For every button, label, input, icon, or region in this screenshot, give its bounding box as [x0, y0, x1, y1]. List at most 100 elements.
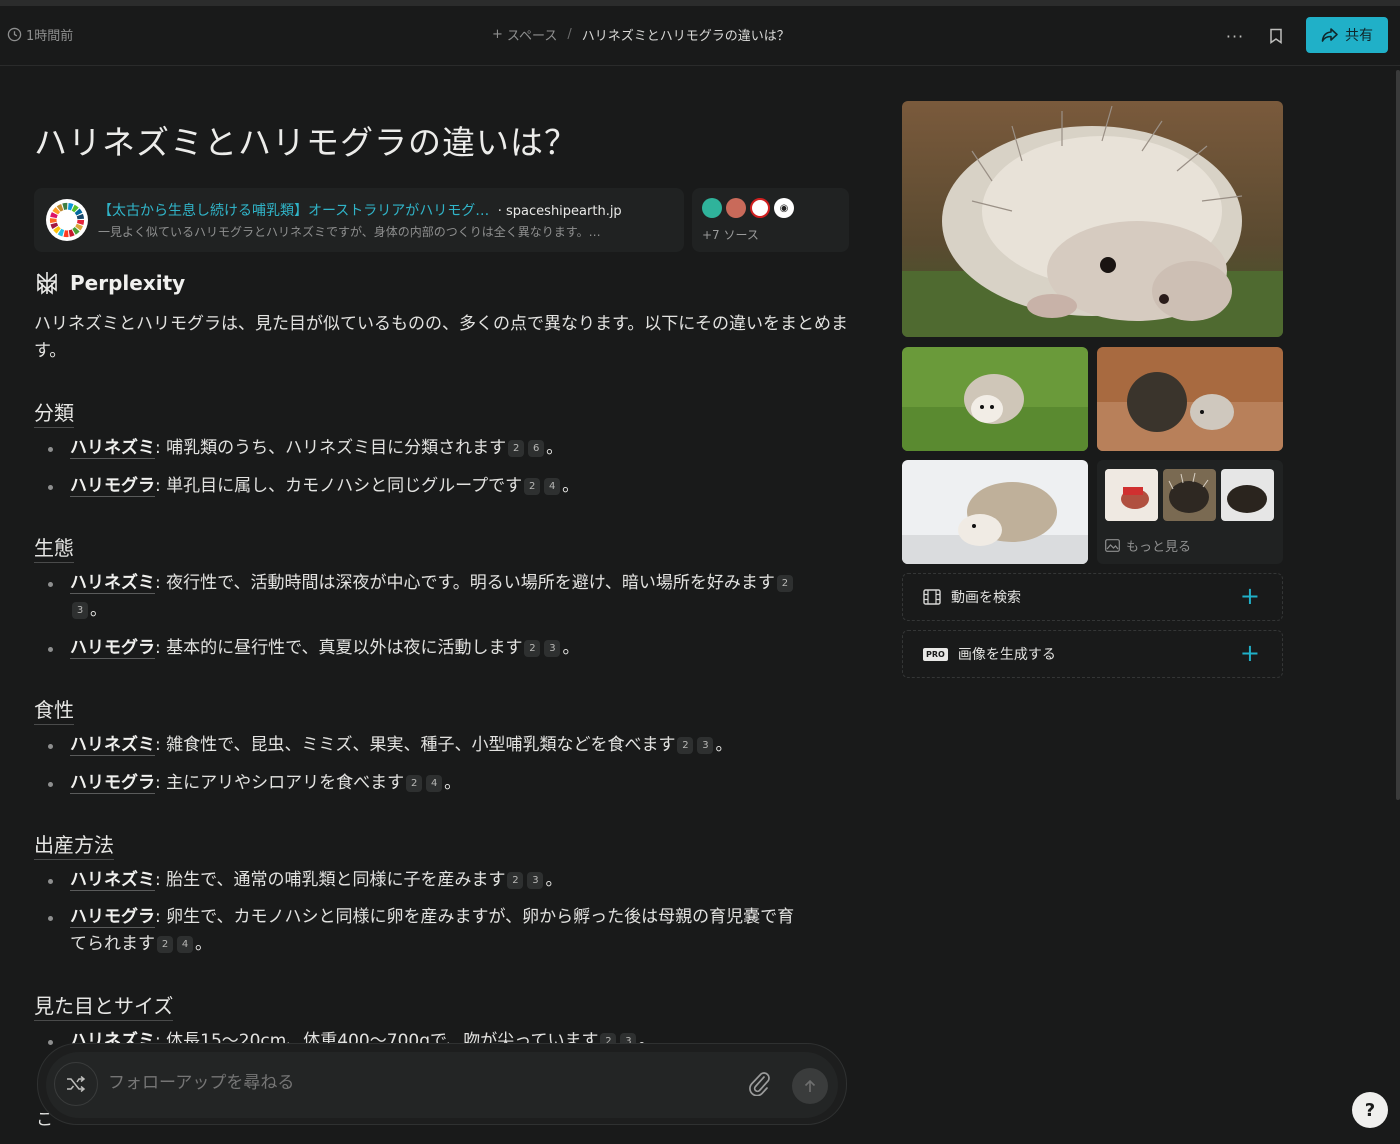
arrow-up-icon	[804, 1079, 816, 1092]
sentence-period: 。	[562, 638, 580, 658]
section-heading: 食性	[34, 694, 74, 725]
source-favicons: ◉	[702, 198, 794, 218]
hedgehog-photo	[902, 460, 1088, 564]
bookmark-button[interactable]	[1264, 24, 1288, 48]
citation-badge[interactable]: 2	[508, 440, 525, 457]
citation-badge[interactable]: 3	[527, 872, 544, 889]
search-video-label: 動画を検索	[951, 590, 1021, 606]
answer-column: ハリネズミとハリモグラの違いは？ 【太古から生息し続ける哺乳類】オーストラリアが…	[34, 66, 849, 1066]
hedgehog-grass-image[interactable]	[902, 347, 1088, 451]
breadcrumb-thread-title: ハリネズミとハリモグラの違いは？	[581, 29, 790, 44]
plus-icon: +	[1239, 582, 1260, 610]
sentence-period: 。	[444, 773, 462, 793]
two-hedgehogs-image[interactable]	[1097, 347, 1283, 451]
source-favicon	[750, 198, 770, 218]
image-thumbnail	[1221, 469, 1274, 521]
more-images-label: もっと見る	[1126, 540, 1192, 555]
shuffle-icon	[67, 1076, 86, 1092]
citation-badge[interactable]: 2	[524, 478, 541, 495]
more-sources-count: +7 ソース	[702, 228, 759, 242]
list-item-term[interactable]: ハリモグラ	[70, 907, 155, 928]
sentence-period: 。	[715, 735, 733, 755]
hedgehog-main-image[interactable]	[902, 101, 1283, 337]
citation-badge[interactable]: 4	[426, 775, 443, 792]
citation-badge[interactable]: 3	[697, 737, 714, 754]
citation-badge[interactable]: 3	[544, 640, 561, 657]
source-snippet: 一見よく似ているハリモグラとハリネズミですが、身体の内部のつくりは全く異なります…	[98, 225, 601, 239]
source-title-line: 【太古から生息し続ける哺乳類】オーストラリアがハリモグ… · spaceship…	[98, 200, 622, 220]
more-images-card[interactable]: もっと見る	[1097, 460, 1283, 564]
citation-badge[interactable]: 2	[524, 640, 541, 657]
list-item-text: : 基本的に昼行性で、真夏以外は夜に活動します	[155, 638, 523, 658]
breadcrumb-separator: /	[567, 27, 572, 42]
section-heading: 生態	[34, 532, 74, 563]
citation-badge[interactable]: 2	[677, 737, 694, 754]
hedgehog-white-image[interactable]	[902, 460, 1088, 564]
list-item-term[interactable]: ハリモグラ	[70, 638, 155, 659]
ellipsis-icon: ···	[1225, 26, 1245, 46]
citation-badge[interactable]: 2	[507, 872, 524, 889]
sentence-period: 。	[546, 438, 564, 458]
image-icon	[1105, 539, 1120, 552]
plus-icon: +	[492, 27, 503, 42]
section-heading: 分類	[34, 397, 74, 428]
sdgs-wheel-icon	[49, 202, 85, 238]
list-item-term[interactable]: ハリネズミ	[70, 735, 155, 756]
space-label: スペース	[506, 29, 558, 44]
list-item-term[interactable]: ハリモグラ	[70, 773, 155, 794]
model-switch-button[interactable]	[54, 1062, 98, 1106]
citation-badge[interactable]: 2	[157, 936, 173, 953]
citation-badge[interactable]: 2	[776, 575, 793, 592]
citation-badge[interactable]: 6	[528, 440, 545, 457]
composer-inner	[46, 1052, 838, 1118]
list-item-term[interactable]: ハリモグラ	[70, 476, 155, 497]
generate-image-button[interactable]: PRO 画像を生成する +	[902, 630, 1283, 678]
submit-button[interactable]	[792, 1068, 828, 1104]
share-button[interactable]: 共有	[1306, 17, 1388, 53]
thread-time: 1時間前	[7, 25, 73, 44]
source-card[interactable]: 【太古から生息し続ける哺乳類】オーストラリアがハリモグ… · spaceship…	[34, 188, 684, 252]
perplexity-logo-icon	[37, 272, 57, 295]
image-thumbnail	[1163, 469, 1216, 521]
more-sources-card[interactable]: ◉ +7 ソース	[692, 188, 849, 252]
source-logo	[46, 199, 88, 241]
answer-brand: Perplexity	[34, 270, 185, 296]
help-button[interactable]: ?	[1352, 1092, 1388, 1128]
section-heading: 見た目とサイズ	[34, 990, 174, 1021]
citation-badge[interactable]: 4	[177, 936, 193, 953]
hedgehog-photo	[1097, 347, 1283, 451]
sentence-period: 。	[545, 870, 563, 890]
question-title: ハリネズミとハリモグラの違いは？	[34, 123, 578, 162]
list-item-text: : 夜行性で、活動時間は深夜が中心です。明るい場所を避け、暗い場所を好みます	[155, 573, 775, 593]
attach-button[interactable]	[748, 1070, 770, 1100]
more-images-label-wrap: もっと見る	[1105, 536, 1191, 555]
source-domain-wrap: · spaceshipearth.jp	[497, 204, 622, 219]
citation-badge[interactable]: 2	[406, 775, 423, 792]
list-item-term[interactable]: ハリネズミ	[70, 870, 155, 891]
section-heading: 出産方法	[34, 829, 114, 860]
list-item-term[interactable]: ハリネズミ	[70, 438, 155, 459]
pro-badge: PRO	[923, 647, 948, 661]
search-video-button[interactable]: 動画を検索 +	[902, 573, 1283, 621]
list-item: ハリネズミ: 哺乳類のうち、ハリネズミ目に分類されます 2 6。	[48, 435, 810, 462]
citation-badge[interactable]: 4	[544, 478, 561, 495]
breadcrumb-space[interactable]: + スペース	[492, 25, 557, 44]
more-options-button[interactable]: ···	[1223, 24, 1247, 48]
breadcrumb: + スペース / ハリネズミとハリモグラの違いは？	[492, 25, 790, 44]
list-item: ハリネズミ: 雑食性で、昆虫、ミミズ、果実、種子、小型哺乳類などを食べます 2 3。	[48, 732, 810, 759]
list-item: ハリモグラ: 基本的に昼行性で、真夏以外は夜に活動します 2 3。	[48, 635, 810, 662]
thread-time-label: 1時間前	[26, 29, 74, 44]
list-item-term[interactable]: ハリネズミ	[70, 573, 155, 594]
page-scrollbar[interactable]	[1396, 70, 1400, 800]
hedgehog-photo	[902, 347, 1088, 451]
share-label: 共有	[1345, 28, 1373, 44]
citation-badge[interactable]: 3	[72, 602, 88, 619]
sentence-period: 。	[90, 600, 107, 620]
film-icon	[923, 589, 941, 605]
sentence-period: 。	[562, 476, 580, 496]
follow-up-input[interactable]	[108, 1073, 668, 1093]
generate-image-label: 画像を生成する	[957, 647, 1056, 663]
list-item-text: : 哺乳類のうち、ハリネズミ目に分類されます	[155, 438, 507, 458]
source-favicon: ◉	[774, 198, 794, 218]
source-title: 【太古から生息し続ける哺乳類】オーストラリアがハリモグ…	[98, 203, 490, 219]
